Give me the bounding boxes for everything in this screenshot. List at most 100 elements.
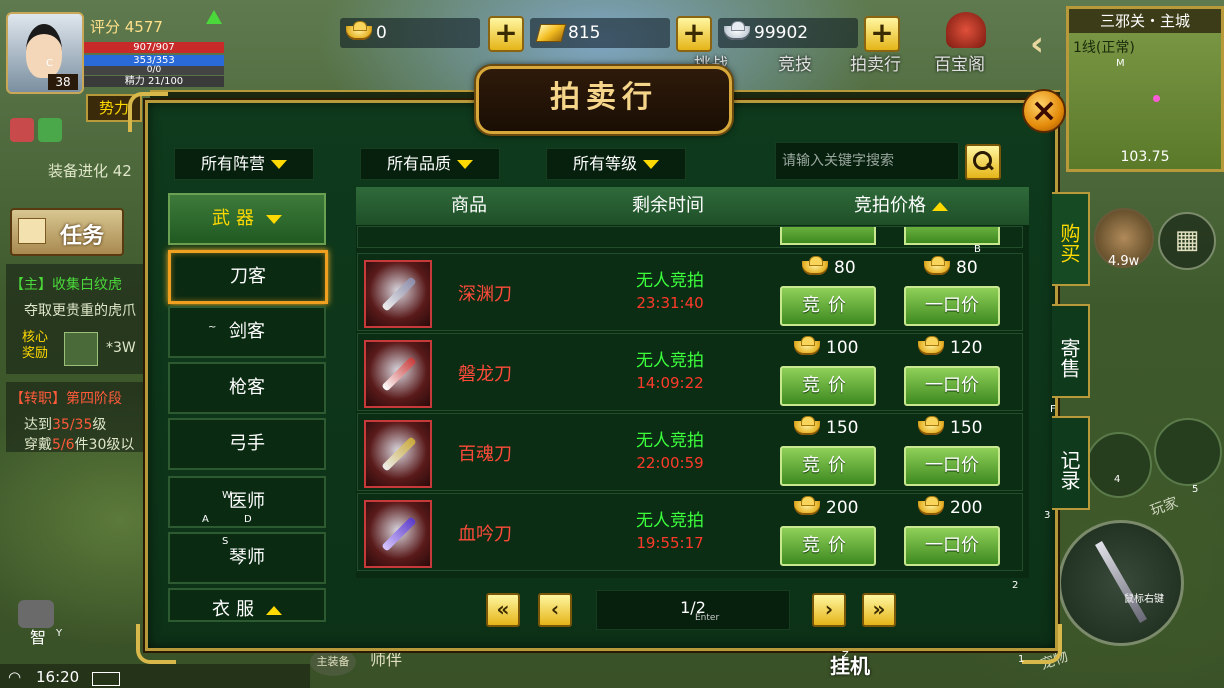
equip-evolve-label[interactable]: 装备进化 42 [48, 160, 132, 181]
main-equip-button[interactable]: 主装备 [310, 648, 356, 676]
bid-price: 150 [794, 416, 858, 438]
category-gongshou[interactable]: 弓手 [168, 418, 326, 470]
skill-slot-4[interactable] [1086, 432, 1152, 498]
item-name: 深渊刀 [458, 284, 512, 305]
category-qiangke[interactable]: 枪客 [168, 362, 326, 414]
tab-record[interactable]: 记录 [1052, 416, 1090, 510]
category-weapons-label: 武器 [212, 208, 260, 229]
search-button[interactable] [965, 144, 1001, 180]
chevron-down-icon [266, 214, 282, 224]
bid-button[interactable]: 竞价 [780, 446, 876, 486]
key-hint-a: A [202, 514, 209, 525]
item-status: 无人竞拍 [636, 511, 704, 531]
bid-button[interactable]: 竞价 [780, 526, 876, 566]
add-ingot-button[interactable]: + [488, 16, 524, 52]
buff-icon-1[interactable] [10, 118, 34, 142]
task-button[interactable]: 任务 [10, 208, 124, 256]
level-filter-label: 所有等级 [572, 154, 637, 173]
table-row[interactable]: 深渊刀 无人竞拍 23:31:40 80 80 竞价 一口价 [357, 253, 1023, 331]
exp-icon [64, 332, 98, 366]
item-thumbnail[interactable] [364, 420, 432, 488]
col-price-label: 竞拍价格 [854, 195, 926, 216]
key-hint-b: B [974, 244, 981, 255]
bid-price-value: 80 [834, 258, 856, 278]
close-icon[interactable]: × [1022, 89, 1066, 133]
category-jianke[interactable]: 剑客 [168, 306, 326, 358]
quest1-title[interactable]: 【主】收集白纹虎 [10, 274, 122, 294]
search-input[interactable]: 请输入关键字搜索 [775, 142, 959, 180]
category-qinshi[interactable]: 琴师 [168, 532, 326, 584]
level-filter[interactable]: 所有等级 [546, 148, 686, 180]
buff-icon-2[interactable] [38, 118, 62, 142]
sword-icon [1095, 541, 1147, 623]
quest2-title[interactable]: 【转职】第四阶段 [10, 388, 122, 408]
quest2-line2: 穿戴5/6件30级以 [24, 434, 134, 454]
blade-icon [381, 436, 417, 472]
core-reward-value: *3W [106, 340, 136, 356]
add-gold-button[interactable]: + [676, 16, 712, 52]
attack-button[interactable] [1058, 520, 1184, 646]
collapse-arrow-icon[interactable]: ‹ [1030, 24, 1044, 64]
key-hint-2: 2 [1012, 580, 1019, 591]
menu-arena[interactable]: 竞技 [778, 50, 812, 75]
buyout-button[interactable]: 一口价 [904, 366, 1000, 406]
auto-hang-button[interactable]: 挂机 [830, 650, 870, 679]
auction-title: 拍卖行 [476, 66, 732, 134]
menu-treasure[interactable]: 百宝阁 [934, 50, 985, 75]
key-hint-f: F [1050, 404, 1056, 415]
key-hint-m: M [1116, 58, 1125, 69]
quality-filter-label: 所有品质 [386, 154, 451, 173]
key-hint-y: Y [56, 628, 63, 639]
minimap-player-dot [1153, 95, 1160, 102]
category-clothing[interactable]: 衣服 [168, 588, 326, 622]
col-price[interactable]: 竞拍价格 [854, 187, 948, 225]
table-row[interactable]: 血吟刀 无人竞拍 19:55:17 200 200 竞价 一口价 [357, 493, 1023, 571]
bid-button[interactable]: 竞价 [780, 286, 876, 326]
minimap[interactable]: 三邪关・主城 1线(正常) 103.75 [1066, 6, 1224, 172]
blade-icon [381, 276, 417, 312]
upgrade-arrow-icon[interactable] [206, 10, 222, 24]
player-portrait[interactable]: 38 [6, 12, 84, 94]
last-page-button[interactable]: » [862, 593, 896, 627]
item-thumbnail[interactable] [364, 340, 432, 408]
col-item: 商品 [451, 195, 487, 216]
bid-button[interactable]: 竞价 [780, 366, 876, 406]
col-time: 剩余时间 [632, 195, 704, 216]
camp-filter[interactable]: 所有阵营 [174, 148, 314, 180]
skill-slot-5[interactable] [1154, 418, 1222, 486]
add-silver-button[interactable]: + [864, 16, 900, 52]
table-row[interactable]: 磐龙刀 无人竞拍 14:09:22 100 120 竞价 一口价 [357, 333, 1023, 411]
partial-bid-button [780, 227, 876, 245]
chevron-down-icon [643, 160, 659, 169]
gold-ingot-icon [794, 416, 820, 435]
item-thumbnail[interactable] [364, 260, 432, 328]
table-row[interactable]: 百魂刀 无人竞拍 22:00:59 150 150 竞价 一口价 [357, 413, 1023, 491]
quality-filter[interactable]: 所有品质 [360, 148, 500, 180]
item-time: 19:55:17 [636, 534, 704, 552]
corner-ornament-tl [128, 92, 168, 132]
quest2-line2-suffix: 件30级以 [74, 437, 135, 453]
buyout-price: 120 [918, 336, 982, 358]
zhiyu-label[interactable]: 智 [30, 624, 46, 648]
player-face-icon [26, 24, 62, 78]
buyout-button[interactable]: 一口价 [904, 446, 1000, 486]
tab-consign[interactable]: 寄售 [1052, 304, 1090, 398]
buyout-button[interactable]: 一口价 [904, 526, 1000, 566]
buyout-price-value: 200 [950, 498, 983, 518]
item-name: 磐龙刀 [458, 364, 512, 385]
item-thumbnail[interactable] [364, 500, 432, 568]
prev-page-button[interactable]: ‹ [538, 593, 572, 627]
gold-display: 815 [530, 18, 670, 48]
bid-price-value: 100 [826, 338, 859, 358]
item-name: 百魂刀 [458, 444, 512, 465]
tab-buy[interactable]: 购买 [1052, 192, 1090, 286]
hp-bar: 907/907 [84, 42, 224, 53]
treasure-pavilion-icon[interactable] [946, 12, 986, 48]
next-page-button[interactable]: › [812, 593, 846, 627]
menu-auction[interactable]: 拍卖行 [850, 50, 901, 75]
category-daoke[interactable]: 刀客 [168, 250, 328, 304]
category-weapons[interactable]: 武器 [168, 193, 326, 245]
grid-menu-icon[interactable]: ▦ [1158, 212, 1216, 270]
buyout-button[interactable]: 一口价 [904, 286, 1000, 326]
first-page-button[interactable]: « [486, 593, 520, 627]
